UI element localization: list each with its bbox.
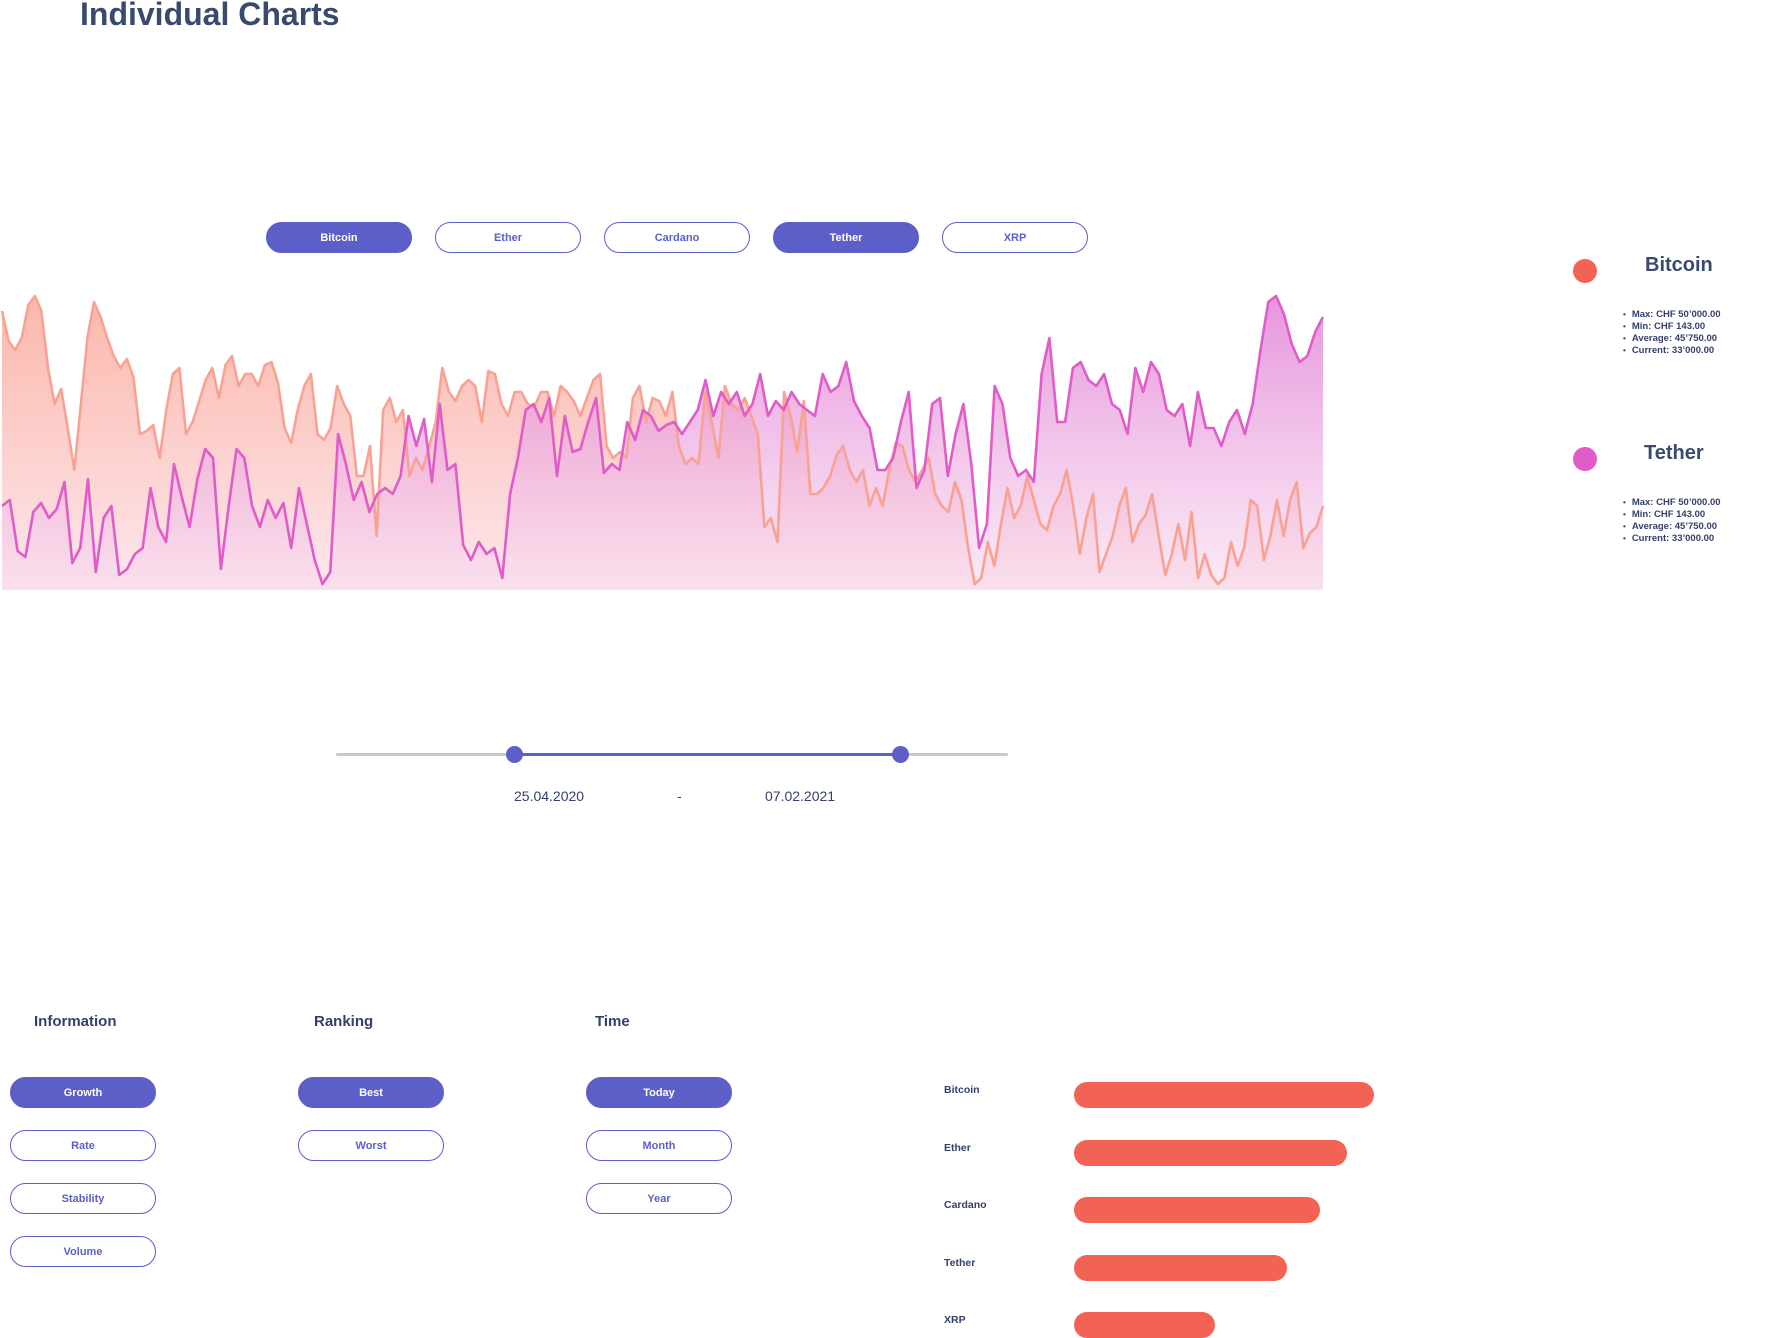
tether-legend-name: Tether	[1644, 442, 1704, 464]
page-title: Individual Charts	[80, 0, 340, 32]
bitcoin-stat-average: Average: 45’750.00	[1623, 333, 1721, 345]
bar-label-xrp: XRP	[944, 1314, 966, 1326]
time-filter-title: Time	[595, 1013, 630, 1030]
bar-label-cardano: Cardano	[944, 1199, 987, 1211]
tether-stats: Max: CHF 50’000.00 Min: CHF 143.00 Avera…	[1623, 497, 1721, 545]
bar-cardano	[1074, 1197, 1320, 1223]
tether-stat-average: Average: 45’750.00	[1623, 521, 1721, 533]
bar-bitcoin	[1074, 1082, 1374, 1108]
bitcoin-legend-name: Bitcoin	[1645, 254, 1713, 276]
bar-ether	[1074, 1139, 1347, 1166]
range-start-date: 25.04.2020	[514, 788, 585, 804]
filter-volume[interactable]: Volume	[10, 1236, 156, 1267]
tether-stat-max: Max: CHF 50’000.00	[1623, 497, 1721, 509]
bar-tether	[1074, 1254, 1287, 1281]
bitcoin-stat-min: Min: CHF 143.00	[1623, 321, 1721, 333]
filter-today[interactable]: Today	[586, 1077, 732, 1108]
bitcoin-stat-max: Max: CHF 50’000.00	[1623, 309, 1721, 321]
tether-stat-min: Min: CHF 143.00	[1623, 509, 1721, 521]
tab-xrp[interactable]: XRP	[942, 222, 1088, 253]
filter-growth[interactable]: Growth	[10, 1077, 156, 1108]
information-filter-title: Information	[34, 1013, 117, 1030]
tab-cardano[interactable]: Cardano	[604, 222, 750, 253]
price-area-chart	[0, 294, 1325, 590]
slider-start-handle[interactable]	[506, 746, 524, 763]
range-end-date: 07.02.2021	[765, 788, 836, 804]
bitcoin-stat-current: Current: 33’000.00	[1623, 345, 1721, 357]
bar-xrp	[1074, 1312, 1215, 1338]
slider-end-handle[interactable]	[892, 746, 910, 763]
slider-selected-range	[514, 753, 901, 756]
date-range-slider[interactable]	[330, 740, 1020, 770]
tab-ether[interactable]: Ether	[435, 222, 581, 253]
bitcoin-legend-dot	[1573, 259, 1597, 283]
bitcoin-stats: Max: CHF 50’000.00 Min: CHF 143.00 Avera…	[1623, 309, 1721, 357]
tether-legend-dot	[1573, 447, 1597, 471]
filter-stability[interactable]: Stability	[10, 1183, 156, 1214]
filter-worst[interactable]: Worst	[298, 1130, 444, 1161]
tab-tether[interactable]: Tether	[773, 222, 919, 253]
range-separator: -	[677, 788, 682, 804]
ranking-filter-title: Ranking	[314, 1013, 374, 1030]
filter-best[interactable]: Best	[298, 1077, 444, 1108]
tether-stat-current: Current: 33’000.00	[1623, 533, 1721, 545]
bar-label-bitcoin: Bitcoin	[944, 1084, 980, 1096]
filter-month[interactable]: Month	[586, 1130, 732, 1161]
filter-year[interactable]: Year	[586, 1183, 732, 1214]
bar-label-tether: Tether	[944, 1256, 976, 1269]
tab-bitcoin[interactable]: Bitcoin	[266, 222, 412, 253]
filter-rate[interactable]: Rate	[10, 1130, 156, 1161]
bar-label-ether: Ether	[944, 1141, 971, 1154]
